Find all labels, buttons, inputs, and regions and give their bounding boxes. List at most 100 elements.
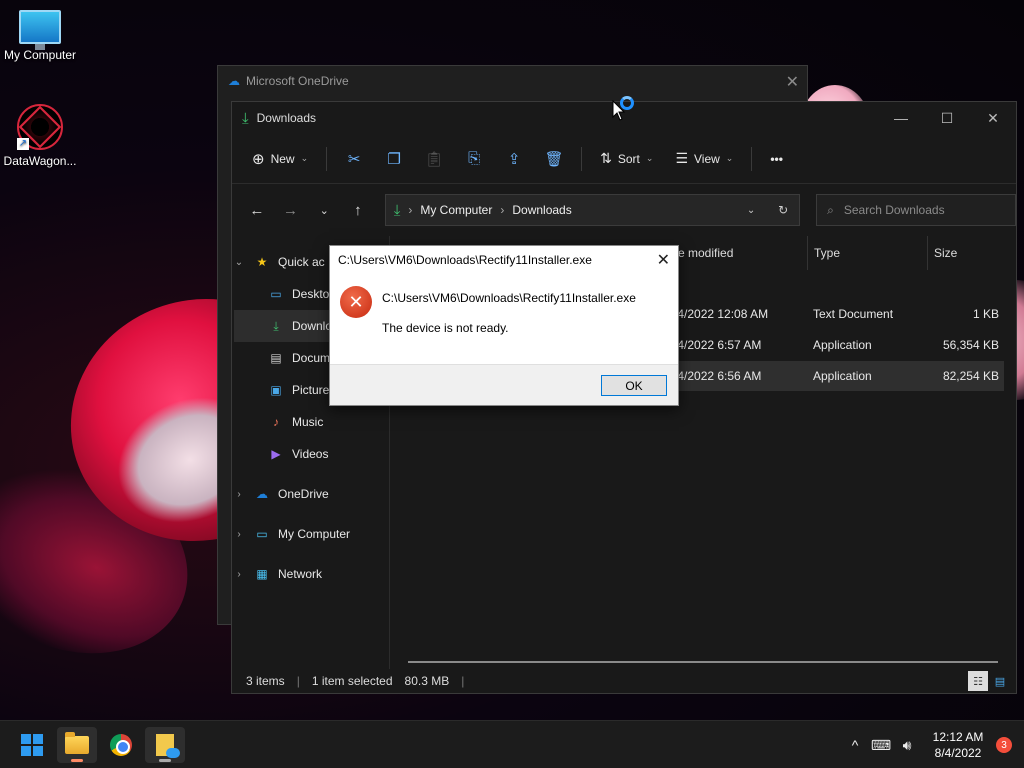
column-header-label: Size <box>934 246 958 260</box>
nav-item-label: Picture <box>292 383 330 397</box>
chevron-right-icon[interactable]: › <box>232 489 246 500</box>
file-size: 56,354 KB <box>942 338 999 352</box>
horizontal-scrollbar[interactable] <box>408 661 998 663</box>
file-type: Text Document <box>813 307 894 321</box>
star-icon: ★ <box>256 255 268 269</box>
share-button[interactable]: ⇪ <box>497 142 531 176</box>
computer-icon: ▭ <box>256 527 268 541</box>
column-header-type[interactable]: Type <box>807 236 927 270</box>
dialog-footer: OK <box>330 364 678 405</box>
nav-item-network[interactable]: › ▦ Network <box>232 558 389 590</box>
desktop-icon: ▭ <box>270 287 282 301</box>
status-bar: 3 items | 1 item selected 80.3 MB | ☷ ▤ <box>232 669 1016 693</box>
sort-button-label: Sort <box>617 151 640 166</box>
chevron-down-icon[interactable]: ⌄ <box>232 257 246 268</box>
windows-logo-icon <box>21 734 43 756</box>
download-icon: ⤓ <box>273 318 279 333</box>
music-icon: ♪ <box>273 415 279 429</box>
back-button[interactable]: ← <box>242 195 272 225</box>
address-row: ← → ⌄ ↑ ⤓ › My Computer › Downloads ⌄ ↻ … <box>232 184 1017 236</box>
scissors-icon: ✂ <box>347 150 361 168</box>
taskbar-file-explorer[interactable] <box>57 727 97 763</box>
clock-time: 12:12 AM <box>932 730 984 744</box>
status-divider: | <box>296 674 300 688</box>
toolbar-divider <box>751 146 753 171</box>
close-button[interactable]: ✕ <box>970 102 1016 134</box>
search-box[interactable]: ⌕ Search Downloads <box>816 194 1017 226</box>
nav-item-videos[interactable]: ▶ Videos <box>232 438 389 470</box>
nav-item-label: My Computer <box>278 527 351 541</box>
sort-button[interactable]: ⇅ Sort ⌄ <box>592 142 661 176</box>
taskbar-installer[interactable] <box>145 727 185 763</box>
details-view-toggle[interactable]: ☷ <box>968 671 988 691</box>
toolbar-divider <box>581 146 583 171</box>
start-button[interactable] <box>12 727 52 763</box>
notification-badge[interactable]: 3 <box>996 737 1012 753</box>
onedrive-close-button[interactable]: ✕ <box>786 72 799 92</box>
status-size: 80.3 MB <box>404 674 450 688</box>
network-status-icon[interactable]: ⌨︎ <box>868 737 894 754</box>
nav-item-label: Downlo <box>292 319 333 333</box>
maximize-button[interactable]: ☐ <box>924 102 970 134</box>
recent-locations-button[interactable]: ⌄ <box>309 195 339 225</box>
breadcrumb-my-computer[interactable]: My Computer <box>420 203 492 217</box>
list-view-icon: ☰ <box>675 150 688 166</box>
running-indicator <box>159 759 171 762</box>
breadcrumb-separator: › <box>408 203 413 217</box>
desktop-icon-datawagon[interactable]: ↗ DataWagon... <box>0 0 80 168</box>
download-arrow-icon: ⤓ <box>393 201 401 219</box>
copy-button[interactable]: ❐ <box>377 142 411 176</box>
more-options-button[interactable]: ••• <box>762 142 791 176</box>
address-dropdown-button[interactable]: ⌄ <box>735 205 767 216</box>
nav-item-music[interactable]: ♪ Music <box>232 406 389 438</box>
status-divider: | <box>461 674 465 688</box>
breadcrumb-separator: › <box>500 203 505 217</box>
error-dialog[interactable]: C:\Users\VM6\Downloads\Rectify11Installe… <box>329 245 679 406</box>
column-header-size[interactable]: Size <box>927 236 1007 270</box>
chevron-right-icon[interactable]: › <box>232 569 246 580</box>
ellipsis-icon: ••• <box>770 151 783 166</box>
address-bar[interactable]: ⤓ › My Computer › Downloads ⌄ ↻ <box>384 194 801 226</box>
chevron-down-icon: ⌄ <box>725 153 734 163</box>
status-item-count: 3 items <box>246 674 285 688</box>
onedrive-window-title: Microsoft OneDrive <box>246 74 349 88</box>
cut-button[interactable]: ✂ <box>337 142 371 176</box>
volume-icon[interactable]: 🔊︎ <box>894 737 920 754</box>
column-header-date-modified[interactable]: ate modified <box>662 236 808 270</box>
taskbar-chrome[interactable] <box>101 727 141 763</box>
rename-button[interactable]: ⎘ <box>457 142 491 176</box>
minimize-button[interactable]: — <box>878 102 924 134</box>
file-date: /4/2022 12:08 AM <box>674 307 769 321</box>
ok-button[interactable]: OK <box>601 375 667 396</box>
dialog-close-button[interactable]: ✕ <box>657 250 670 270</box>
new-button-label: New <box>270 151 295 166</box>
nav-item-my-computer[interactable]: › ▭ My Computer <box>232 518 389 550</box>
delete-button[interactable]: 🗑︎ <box>537 142 571 176</box>
nav-item-onedrive[interactable]: › ☁ OneDrive <box>232 478 389 510</box>
paste-button[interactable]: 📋︎ <box>417 142 451 176</box>
copy-icon: ❐ <box>387 150 401 168</box>
show-hidden-icons-button[interactable]: ^ <box>842 737 868 753</box>
network-icon: ▦ <box>256 567 268 581</box>
arrow-right-icon: → <box>283 201 298 219</box>
plus-circle-icon: ⊕ <box>252 150 265 168</box>
document-icon: ▤ <box>270 351 282 365</box>
refresh-button[interactable]: ↻ <box>767 203 799 217</box>
breadcrumb-downloads[interactable]: Downloads <box>512 203 571 217</box>
view-button[interactable]: ☰ View ⌄ <box>667 142 741 176</box>
toolbar-divider <box>326 146 328 171</box>
up-button[interactable]: ↑ <box>343 195 373 225</box>
arrow-up-icon: ↑ <box>354 201 362 219</box>
file-date: /4/2022 6:56 AM <box>674 369 762 383</box>
tiles-view-toggle[interactable]: ▤ <box>990 671 1010 691</box>
column-header-label: Type <box>814 246 841 260</box>
clock[interactable]: 12:12 AM 8/4/2022 <box>928 729 988 761</box>
nav-item-label: Videos <box>292 447 329 461</box>
chevron-right-icon[interactable]: › <box>232 529 246 540</box>
search-placeholder: Search Downloads <box>843 203 945 217</box>
arrow-left-icon: ← <box>249 201 265 219</box>
share-icon: ⇪ <box>507 150 521 168</box>
forward-button[interactable]: → <box>276 195 306 225</box>
new-button[interactable]: ⊕ New ⌄ <box>244 142 316 176</box>
clipboard-icon: 📋︎ <box>424 150 444 168</box>
